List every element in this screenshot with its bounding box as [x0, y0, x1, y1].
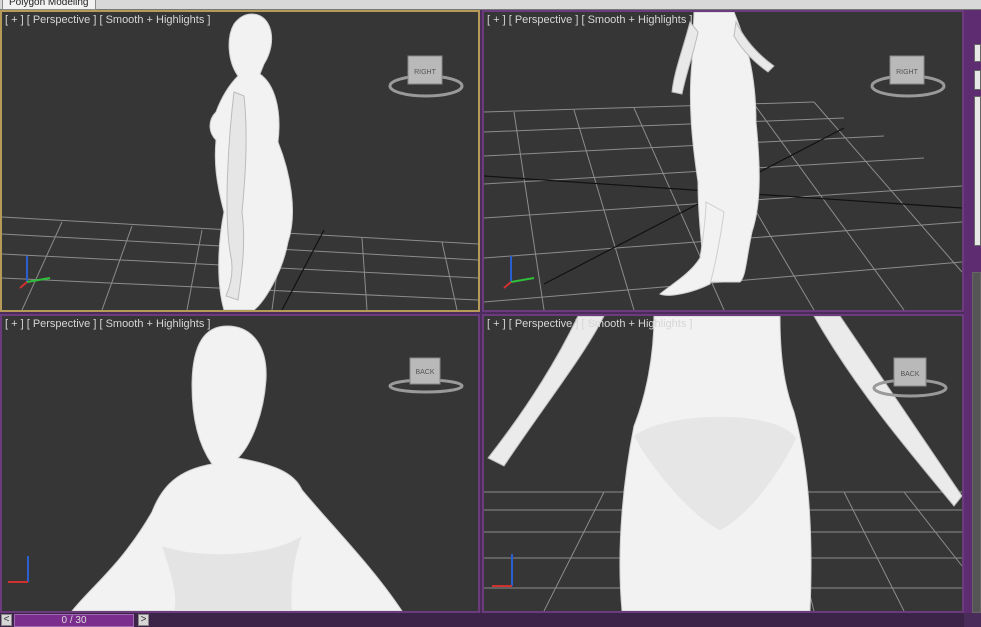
viewport-bottom-left[interactable]: BACK [ + ] [ Perspective ] [ Smooth + Hi…: [0, 314, 480, 613]
model-figure: [209, 13, 293, 310]
viewport-bottom-right[interactable]: BACK [ + ] [ Perspective ] [ Smooth + Hi…: [482, 314, 964, 613]
tab-polygon-modeling[interactable]: Polygon Modeling: [2, 0, 96, 10]
ribbon-bar: Polygon Modeling: [0, 0, 981, 10]
model-arm-right: [813, 316, 962, 507]
command-panel-list[interactable]: [974, 96, 981, 246]
axis-tripod: [8, 556, 29, 583]
viewport-scene: BACK: [8, 325, 464, 611]
viewport-top-left[interactable]: RIGHT [ + ] [ Perspective ] [ Smooth + H…: [0, 10, 480, 312]
viewcube[interactable]: BACK: [388, 357, 464, 394]
axis-tripod: [503, 256, 535, 289]
viewport-scene: RIGHT: [2, 13, 478, 310]
time-slider-prev-button[interactable]: <: [1, 614, 12, 626]
viewcube-face-label: BACK: [900, 371, 919, 378]
model-arm-left: [487, 316, 605, 467]
axis-tripod: [492, 554, 513, 587]
time-slider-next-button[interactable]: >: [138, 614, 149, 626]
command-panel-field[interactable]: [974, 70, 981, 90]
viewport-label[interactable]: [ + ] [ Perspective ] [ Smooth + Highlig…: [5, 14, 210, 26]
viewcube-face-label: RIGHT: [414, 69, 437, 76]
command-panel-field[interactable]: [974, 44, 981, 62]
viewcube-face-label: RIGHT: [896, 69, 919, 76]
viewcube-face-label: BACK: [415, 369, 434, 376]
viewport-label[interactable]: [ + ] [ Perspective ] [ Smooth + Highlig…: [487, 318, 692, 330]
viewport-label[interactable]: [ + ] [ Perspective ] [ Smooth + Highlig…: [487, 14, 692, 26]
viewport-scene: RIGHT: [484, 12, 962, 310]
viewport-scene: BACK: [484, 316, 962, 611]
command-panel-rollout[interactable]: [972, 272, 981, 613]
viewport-top-right[interactable]: RIGHT [ + ] [ Perspective ] [ Smooth + H…: [482, 10, 964, 312]
viewport-label[interactable]: [ + ] [ Perspective ] [ Smooth + Highlig…: [5, 318, 210, 330]
axis-tripod: [19, 256, 51, 289]
command-panel[interactable]: [964, 10, 981, 613]
viewcube[interactable]: RIGHT: [870, 55, 946, 98]
time-slider-frame-indicator[interactable]: 0 / 30: [14, 614, 134, 627]
viewcube[interactable]: RIGHT: [388, 55, 464, 98]
time-slider[interactable]: < 0 / 30 >: [0, 613, 964, 627]
